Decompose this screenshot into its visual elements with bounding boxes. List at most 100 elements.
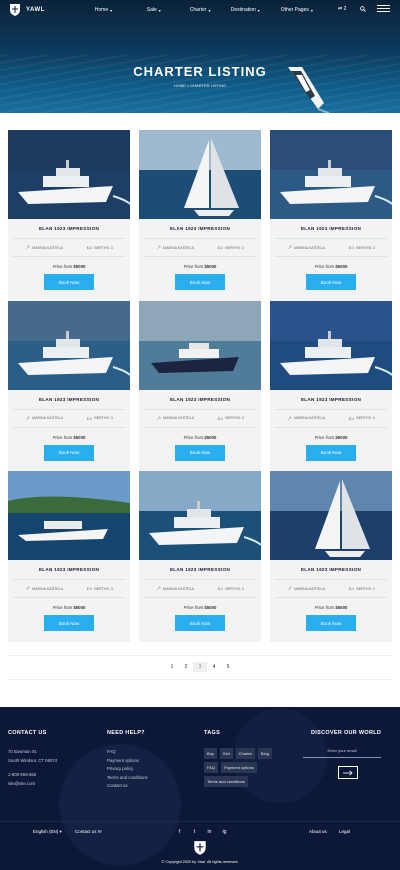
listing-title[interactable]: ELAN 1923 IMPRESSION (13, 560, 125, 579)
price-value: $5000 (335, 264, 348, 269)
menu-item-other-pages[interactable]: Other Pages ▾ (281, 7, 331, 13)
listing-meta: MARINA KAŠTELA BERTHS: 3 (275, 579, 387, 598)
tag[interactable]: Buy (204, 748, 217, 759)
listing-card[interactable]: ELAN 1923 IMPRESSION MARINA KAŠTELA BERT… (139, 471, 261, 642)
berths: BERTHS: 3 (218, 416, 244, 421)
yacht-photo[interactable] (8, 471, 130, 560)
language-selector[interactable]: English (EN) ▾ (33, 829, 62, 835)
listing-meta: MARINA KAŠTELA BERTHS: 3 (13, 408, 125, 428)
email-link[interactable]: site@site.com (8, 780, 57, 789)
about-link[interactable]: About us (309, 829, 327, 834)
price: Price from $5000 (13, 428, 125, 445)
linkedin-icon[interactable]: in (206, 829, 213, 835)
yacht-photo[interactable] (270, 300, 392, 390)
compare-button[interactable]: ⇄ 2 (338, 6, 356, 12)
book-now-button[interactable]: Book Now (175, 444, 225, 461)
book-now-button[interactable]: Book Now (306, 444, 356, 461)
page-link[interactable]: 5 (221, 662, 235, 672)
search-icon[interactable] (360, 5, 366, 12)
price-prefix: Price from (52, 264, 73, 269)
tag[interactable]: Terms and conditions (204, 776, 248, 787)
footer-link[interactable]: Payment options (107, 757, 148, 766)
listing-title[interactable]: ELAN 1923 IMPRESSION (144, 390, 256, 409)
listing-title[interactable]: ELAN 1923 IMPRESSION (275, 560, 387, 579)
tag[interactable]: FAQ (204, 762, 219, 773)
listing-title[interactable]: ELAN 1923 IMPRESSION (13, 390, 125, 409)
menu-item-charter[interactable]: Charter ▾ (190, 7, 231, 13)
footer-heading: CONTACT US (8, 730, 47, 736)
listing-title[interactable]: ELAN 1923 IMPRESSION (13, 219, 125, 238)
listing-card[interactable]: ELAN 1923 IMPRESSION MARINA KAŠTELA BERT… (8, 130, 130, 301)
listing-card[interactable]: ELAN 1923 IMPRESSION MARINA KAŠTELA BERT… (270, 471, 392, 642)
yacht-photo[interactable] (139, 300, 261, 390)
hamburger-menu-icon[interactable] (377, 5, 390, 12)
menu-item-home[interactable]: Home ▾ (95, 7, 147, 13)
page-link[interactable]: 2 (179, 662, 193, 672)
page-link[interactable]: 1 (165, 662, 179, 672)
listing-title[interactable]: ELAN 1923 IMPRESSION (144, 219, 256, 238)
yacht-photo[interactable] (270, 471, 392, 560)
bed-icon (87, 246, 93, 250)
yacht-photo[interactable] (139, 130, 261, 219)
newsletter-email-input[interactable]: Enter your email (303, 748, 381, 758)
tag[interactable]: Payment options (221, 762, 257, 773)
menu-item-destination[interactable]: Destination ▾ (231, 7, 281, 13)
berths: BERTHS: 3 (349, 245, 375, 250)
phone-link[interactable]: 1-800-555-555 (8, 771, 57, 780)
location: MARINA KAŠTELA (287, 245, 325, 250)
listing-card[interactable]: ELAN 1923 IMPRESSION MARINA KAŠTELA BERT… (8, 471, 130, 642)
page-link-current[interactable]: 3 (193, 662, 207, 672)
book-now-button[interactable]: Book Now (44, 615, 94, 631)
yacht-image (270, 130, 392, 219)
card-body: ELAN 1923 IMPRESSION MARINA KAŠTELA BERT… (270, 560, 392, 631)
tag[interactable]: Blog (257, 748, 272, 759)
tag[interactable]: Charter (235, 748, 255, 759)
price-value: $5000 (204, 605, 217, 610)
yacht-photo[interactable] (270, 130, 392, 219)
yacht-photo[interactable] (8, 130, 130, 219)
tag[interactable]: Sell (219, 748, 233, 759)
legal-link[interactable]: Legal (339, 829, 350, 834)
breadcrumb-home[interactable]: HOME (174, 83, 186, 88)
berths-text: BERTHS: 3 (356, 245, 375, 250)
berths: BERTHS: 3 (349, 586, 375, 591)
book-now-button[interactable]: Book Now (175, 615, 225, 631)
listing-card[interactable]: ELAN 1923 IMPRESSION MARINA KAŠTELA BERT… (139, 300, 261, 471)
instagram-icon[interactable]: ig (221, 829, 228, 835)
book-now-button[interactable]: Book Now (306, 274, 356, 290)
language-label: English (EN) (33, 829, 59, 834)
yacht-photo[interactable] (8, 300, 130, 390)
menu-item-sale[interactable]: Sale ▾ (147, 7, 190, 13)
breadcrumb-current: CHARTER LISTING (190, 83, 227, 88)
footer-link[interactable]: Privacy policy (107, 765, 148, 774)
subscribe-button[interactable] (338, 766, 358, 779)
main-menu: Home ▾ Sale ▾ Charter ▾ Destination ▾ Other … (95, 7, 331, 13)
listing-title[interactable]: ELAN 1923 IMPRESSION (275, 390, 387, 409)
book-now-button[interactable]: Book Now (306, 615, 356, 631)
yacht-photo[interactable] (139, 471, 261, 560)
book-now-button[interactable]: Book Now (175, 274, 225, 290)
footer-heading: DISCOVER OUR WORLD (311, 730, 382, 736)
book-now-button[interactable]: Book Now (44, 274, 94, 290)
listing-title[interactable]: ELAN 1923 IMPRESSION (275, 219, 387, 238)
book-now-button[interactable]: Book Now (44, 444, 94, 461)
bed-icon (218, 587, 224, 591)
footer-link[interactable]: Contact us (107, 782, 148, 791)
menu-label: Destination (230, 7, 256, 13)
listing-card[interactable]: ELAN 1923 IMPRESSION MARINA KAŠTELA BERT… (270, 130, 392, 301)
facebook-icon[interactable]: f (176, 829, 183, 835)
footer-contact-link[interactable]: Contact us ✉ (75, 829, 102, 835)
location-text: MARINA KAŠTELA (294, 245, 326, 250)
location-icon (25, 245, 30, 250)
listing-card[interactable]: ELAN 1923 IMPRESSION MARINA KAŠTELA BERT… (139, 130, 261, 301)
footer-link[interactable]: FAQ (107, 748, 148, 757)
location-icon (156, 416, 161, 420)
listing-card[interactable]: ELAN 1923 IMPRESSION MARINA KAŠTELA BERT… (270, 300, 392, 471)
listing-card[interactable]: ELAN 1923 IMPRESSION MARINA KAŠTELA BERT… (8, 300, 130, 471)
footer-link[interactable]: Terms and conditions (107, 774, 148, 783)
logo[interactable]: YAWL (8, 3, 45, 17)
bed-icon (87, 587, 93, 591)
page-link[interactable]: 4 (207, 662, 221, 672)
listing-title[interactable]: ELAN 1923 IMPRESSION (144, 560, 256, 579)
twitter-icon[interactable]: t (191, 829, 198, 835)
